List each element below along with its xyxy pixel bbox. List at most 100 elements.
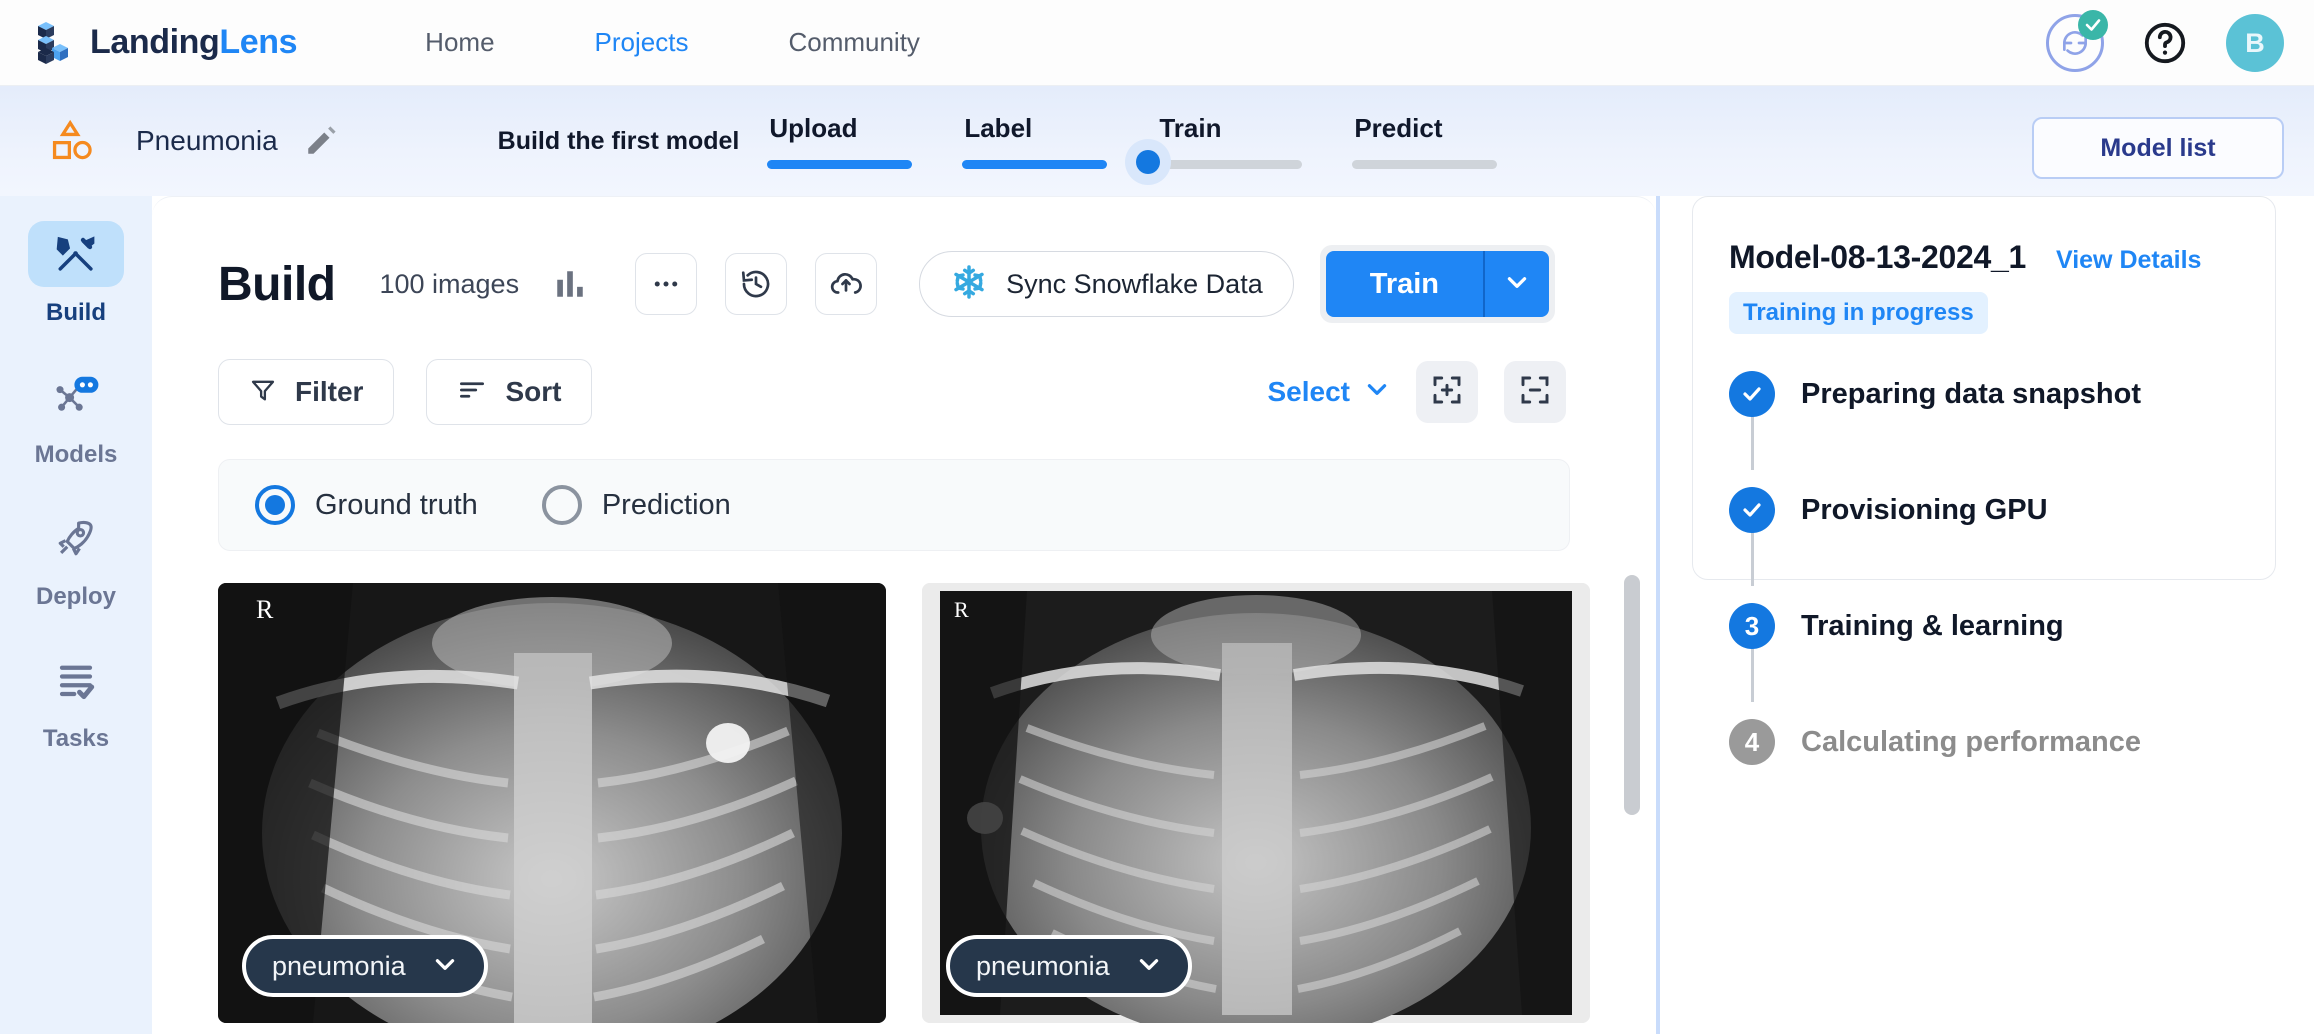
pencil-icon[interactable]: [304, 124, 338, 158]
brand-name: LandingLens: [90, 23, 298, 62]
step-connector: [1751, 646, 1754, 702]
sidebar-item-deploy[interactable]: Deploy: [0, 494, 152, 622]
training-step-4: 4 Calculating performance: [1729, 712, 2239, 772]
train-dropdown-button[interactable]: [1483, 251, 1550, 317]
step-train-label: Train: [1159, 113, 1222, 143]
filter-button[interactable]: Filter: [218, 359, 395, 425]
zoom-in-button[interactable]: [1416, 361, 1478, 423]
step-train[interactable]: Train: [1125, 113, 1352, 185]
sidebar-item-tasks[interactable]: Tasks: [0, 636, 152, 764]
filter-funnel-icon: [249, 376, 277, 409]
train-button-group: Train: [1319, 245, 1556, 323]
selection-controls: Select: [1268, 361, 1566, 423]
top-right-actions: B: [2046, 0, 2284, 86]
project-subheader: Pneumonia Build the first model Upload L…: [0, 86, 2314, 196]
training-step-1: Preparing data snapshot: [1729, 364, 2239, 424]
training-step-2-label: Provisioning GPU: [1801, 493, 2048, 526]
training-step-3: 3 Training & learning: [1729, 596, 2239, 656]
step-train-active-marker: [1125, 139, 1172, 185]
step-connector: [1751, 414, 1754, 470]
zoom-out-button[interactable]: [1504, 361, 1566, 423]
neural-network-icon: [28, 363, 124, 429]
training-step-1-label: Preparing data snapshot: [1801, 377, 2142, 410]
scrollbar-thumb[interactable]: [1624, 575, 1640, 815]
sort-button[interactable]: Sort: [426, 359, 593, 425]
landinglens-logo-icon: [34, 20, 76, 66]
image-card[interactable]: R pneumonia: [922, 583, 1590, 1023]
model-list-button[interactable]: Model list: [2032, 117, 2284, 179]
step-predict-label: Predict: [1354, 113, 1443, 143]
frame-minus-icon: [1519, 374, 1551, 411]
step-train-bar: [1157, 160, 1303, 169]
sync-status-button[interactable]: [2046, 10, 2108, 72]
nav-link-home[interactable]: Home: [425, 27, 494, 58]
sort-lines-icon: [457, 375, 487, 410]
left-sidebar: Build Models Deploy Tasks: [0, 196, 152, 1034]
help-circle-icon[interactable]: [2142, 20, 2188, 66]
nav-link-community[interactable]: Community: [788, 27, 919, 58]
task-list-check-icon: [28, 647, 124, 713]
toolbar-icon-buttons: [635, 253, 878, 315]
radio-ground-truth-label: Ground truth: [315, 488, 478, 521]
build-toolbar: Build 100 images Sync Snowflake Data Tra…: [152, 197, 1656, 323]
content-scrollbar[interactable]: [1624, 575, 1640, 995]
build-stepper: Upload Label Train Predict: [767, 113, 1547, 185]
sidebar-item-models-label: Models: [34, 441, 118, 468]
user-avatar[interactable]: B: [2226, 14, 2284, 72]
filter-sort-row: Filter Sort Select: [152, 323, 1656, 425]
nav-links: Home Projects Community: [425, 27, 920, 58]
chevron-down-icon: [1504, 269, 1530, 300]
frame-plus-icon: [1431, 374, 1463, 411]
step-check-icon: [1729, 487, 1775, 533]
brand-name-first: Landing: [90, 23, 220, 61]
sidebar-item-models[interactable]: Models: [0, 352, 152, 480]
select-dropdown-label: Select: [1267, 376, 1351, 407]
brand-logo-group[interactable]: LandingLens: [34, 20, 298, 66]
training-step-4-label: Calculating performance: [1801, 725, 2142, 758]
bar-chart-icon[interactable]: [553, 267, 587, 301]
sidebar-item-tasks-label: Tasks: [42, 725, 110, 752]
view-details-link[interactable]: View Details: [2056, 246, 2201, 275]
orientation-marker: R: [954, 597, 969, 622]
upload-button[interactable]: [815, 253, 878, 315]
sync-snowflake-data-label: Sync Snowflake Data: [1006, 268, 1263, 299]
sidebar-item-build[interactable]: Build: [0, 210, 152, 338]
train-button[interactable]: Train: [1325, 251, 1484, 317]
image-label-dropdown[interactable]: pneumonia: [946, 935, 1192, 997]
image-count-label: 100 images: [379, 268, 520, 299]
step-connector: [1751, 530, 1754, 586]
tools-hammer-icon: [28, 221, 124, 287]
more-options-button[interactable]: [635, 253, 698, 315]
image-label-text: pneumonia: [976, 950, 1110, 981]
step-train-dot: [1136, 150, 1161, 174]
select-dropdown[interactable]: Select: [1268, 376, 1391, 409]
chevron-down-icon: [1364, 376, 1390, 409]
model-card-header: Model-08-13-2024_1 View Details: [1729, 239, 2239, 276]
radio-prediction-label: Prediction: [601, 488, 731, 521]
training-step-3-number: 3: [1729, 603, 1775, 649]
image-label-dropdown[interactable]: pneumonia: [242, 935, 488, 997]
step-predict[interactable]: Predict: [1352, 113, 1547, 169]
snowflake-icon: [950, 263, 988, 306]
step-label-bar: [962, 160, 1108, 169]
step-predict-bar: [1352, 160, 1498, 169]
brand-name-second: Lens: [219, 23, 298, 61]
training-steps-list: Preparing data snapshot Provisioning GPU…: [1729, 364, 2239, 772]
training-step-2: Provisioning GPU: [1729, 480, 2239, 540]
image-card[interactable]: R pneumonia: [218, 583, 886, 1023]
build-main-panel: Build 100 images Sync Snowflake Data Tra…: [152, 196, 1656, 1034]
rocket-icon: [28, 505, 124, 571]
sidebar-item-deploy-label: Deploy: [35, 583, 116, 610]
step-upload-label: Upload: [769, 113, 858, 143]
sync-snowflake-data-button[interactable]: Sync Snowflake Data: [919, 251, 1294, 317]
nav-link-projects[interactable]: Projects: [595, 27, 689, 58]
chevron-down-icon: [1136, 951, 1162, 982]
model-name: Model-08-13-2024_1: [1729, 239, 2026, 275]
radio-ground-truth[interactable]: [255, 485, 295, 525]
step-upload[interactable]: Upload: [767, 113, 962, 169]
orientation-marker: R: [256, 595, 274, 624]
history-button[interactable]: [725, 253, 788, 315]
chevron-down-icon: [432, 951, 458, 982]
radio-prediction[interactable]: [541, 485, 582, 525]
filter-button-label: Filter: [295, 376, 364, 407]
